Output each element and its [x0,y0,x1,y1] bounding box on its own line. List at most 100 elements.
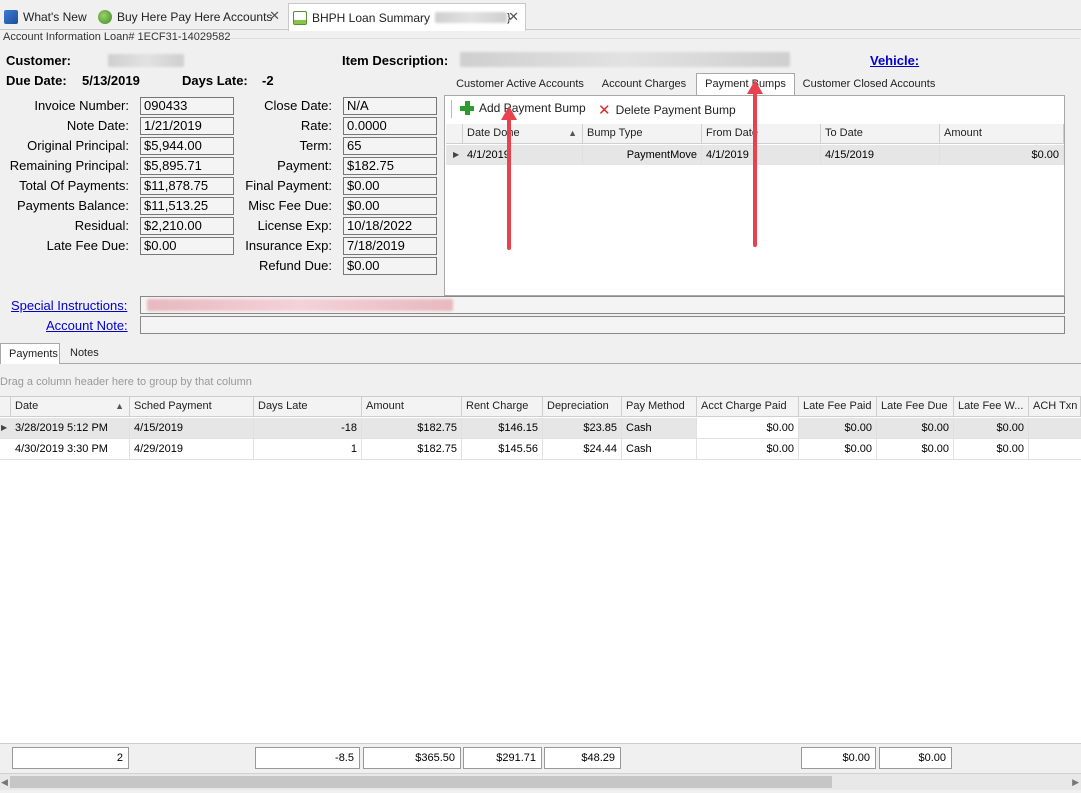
column-header-rent-charge[interactable]: Rent Charge [462,397,543,417]
bump-type-cell[interactable]: PaymentMove [583,145,702,165]
residual-field: $2,210.00 [140,217,234,235]
add-icon [460,101,474,115]
account-note-field[interactable] [140,316,1065,334]
depreciation-cell[interactable]: $24.44 [543,439,622,459]
sort-ascending-icon: ▲ [115,401,124,411]
pay-method-cell[interactable]: Cash [622,439,697,459]
add-payment-bump-label: Add Payment Bump [479,101,586,115]
scroll-right-icon[interactable]: ▶ [1072,777,1079,788]
sched-payment-cell[interactable]: 4/29/2019 [130,439,254,459]
footer-days-late: -8.5 [255,747,360,769]
acct-charge-paid-cell[interactable]: $0.00 [697,439,799,459]
column-header-pay-method[interactable]: Pay Method [622,397,697,417]
close-icon[interactable]: ✕ [508,9,519,25]
column-header-date[interactable]: Date ▲ [11,397,130,417]
grid-corner [446,124,463,144]
delete-payment-bump-button[interactable]: ✕ Delete Payment Bump [598,101,736,119]
horizontal-scrollbar[interactable]: ◀ ▶ [0,773,1081,790]
tab-customer-closed-accounts[interactable]: Customer Closed Accounts [798,74,940,95]
days-late-cell[interactable]: -18 [254,418,362,438]
late-fee-waived-cell[interactable]: $0.00 [954,439,1029,459]
bump-date-done-cell[interactable]: 4/1/2019 [463,145,583,165]
footer-late-fee-paid: $0.00 [801,747,876,769]
add-payment-bump-button[interactable]: Add Payment Bump [460,101,586,115]
late-fee-due-cell[interactable]: $0.00 [877,439,954,459]
toolbar-grip [451,100,452,118]
bump-from-date-cell[interactable]: 4/1/2019 [702,145,821,165]
row-indicator-icon: ▶ [453,150,460,159]
refund-due-label: Refund Due: [259,258,332,273]
tab-label: What's New [23,9,87,24]
footer-count: 2 [12,747,129,769]
rate-label: Rate: [300,118,332,133]
tab-customer-active-accounts[interactable]: Customer Active Accounts [446,74,594,95]
close-icon[interactable]: ✕ [269,8,280,24]
tab-bhph-accounts[interactable]: Buy Here Pay Here Accounts ✕ [94,3,286,30]
column-header-date-done[interactable]: Date Done ▲ [463,124,583,144]
column-header-from-date[interactable]: From Date [702,124,821,144]
late-fee-due-label: Late Fee Due: [46,238,129,253]
account-note-link[interactable]: Account Note: [46,318,128,333]
amount-cell[interactable]: $182.75 [362,439,462,459]
rate-field: 0.0000 [343,117,437,135]
scrollbar-thumb[interactable] [10,776,832,788]
tab-account-charges[interactable]: Account Charges [596,74,692,95]
special-instructions-link[interactable]: Special Instructions: [11,298,127,313]
amount-cell[interactable]: $182.75 [362,418,462,438]
item-description-label: Item Description: [342,53,449,68]
misc-fee-due-label: Misc Fee Due: [248,198,332,213]
acct-charge-paid-cell[interactable]: $0.00 [697,418,799,438]
account-info-heading: Account Information Loan# 1ECF31-1402958… [3,31,231,43]
late-fee-waived-cell[interactable]: $0.00 [954,418,1029,438]
column-header-days-late[interactable]: Days Late [254,397,362,417]
refund-due-field: $0.00 [343,257,437,275]
late-fee-paid-cell[interactable]: $0.00 [799,439,877,459]
payment-date-cell[interactable]: 3/28/2019 5:12 PM [11,418,130,438]
column-header-ach-txn[interactable]: ACH Txn R [1029,397,1081,417]
rent-charge-cell[interactable]: $146.15 [462,418,543,438]
depreciation-cell[interactable]: $23.85 [543,418,622,438]
payment-date-cell[interactable]: 4/30/2019 3:30 PM [11,439,130,459]
column-header-late-fee-waived[interactable]: Late Fee W... [954,397,1029,417]
column-header-amount[interactable]: Amount [362,397,462,417]
invoice-number-field: 090433 [140,97,234,115]
term-label: Term: [299,138,333,153]
tab-notes[interactable]: Notes [62,343,107,364]
late-fee-due-cell[interactable]: $0.00 [877,418,954,438]
note-date-field: 1/21/2019 [140,117,234,135]
column-header-late-fee-due[interactable]: Late Fee Due [877,397,954,417]
rent-charge-cell[interactable]: $145.56 [462,439,543,459]
row-divider [0,459,1081,460]
late-fee-paid-cell[interactable]: $0.00 [799,418,877,438]
tab-label: BHPH Loan Summary [312,10,431,25]
redacted-customer [108,54,184,67]
due-date-label: Due Date: [6,73,67,88]
sched-payment-cell[interactable]: 4/15/2019 [130,418,254,438]
sort-ascending-icon: ▲ [568,128,577,138]
tab-loan-summary[interactable]: BHPH Loan Summary } ✕ [288,3,526,31]
column-header-acct-charge-paid[interactable]: Acct Charge Paid [697,397,799,417]
column-header-to-date[interactable]: To Date [821,124,940,144]
document-icon [293,10,307,25]
special-instructions-field[interactable] [140,296,1065,314]
total-of-payments-label: Total Of Payments: [19,178,129,193]
annotation-arrow-shaft [507,118,511,250]
bump-to-date-cell[interactable]: 4/15/2019 [821,145,940,165]
vehicle-link[interactable]: Vehicle: [870,53,919,68]
column-header-sched-payment-cleared[interactable]: Sched Payment Cleared [130,397,254,431]
tab-whats-new[interactable]: What's New [0,3,92,30]
column-header-late-fee-paid[interactable]: Late Fee Paid [799,397,877,417]
divider [230,38,1080,39]
tab-payments[interactable]: Payments [0,343,60,364]
column-header-amount[interactable]: Amount [940,124,1064,144]
days-late-cell[interactable]: 1 [254,439,362,459]
pay-method-cell[interactable]: Cash [622,418,697,438]
tab-payment-bumps[interactable]: Payment Bumps [696,73,795,96]
column-header-bump-type[interactable]: Bump Type [583,124,702,144]
scroll-left-icon[interactable]: ◀ [1,777,8,788]
residual-label: Residual: [74,218,129,233]
column-header-depreciation[interactable]: Depreciation [543,397,622,417]
group-by-hint: Drag a column header here to group by th… [0,376,252,388]
grid-corner [0,397,11,417]
bump-amount-cell[interactable]: $0.00 [940,145,1064,165]
